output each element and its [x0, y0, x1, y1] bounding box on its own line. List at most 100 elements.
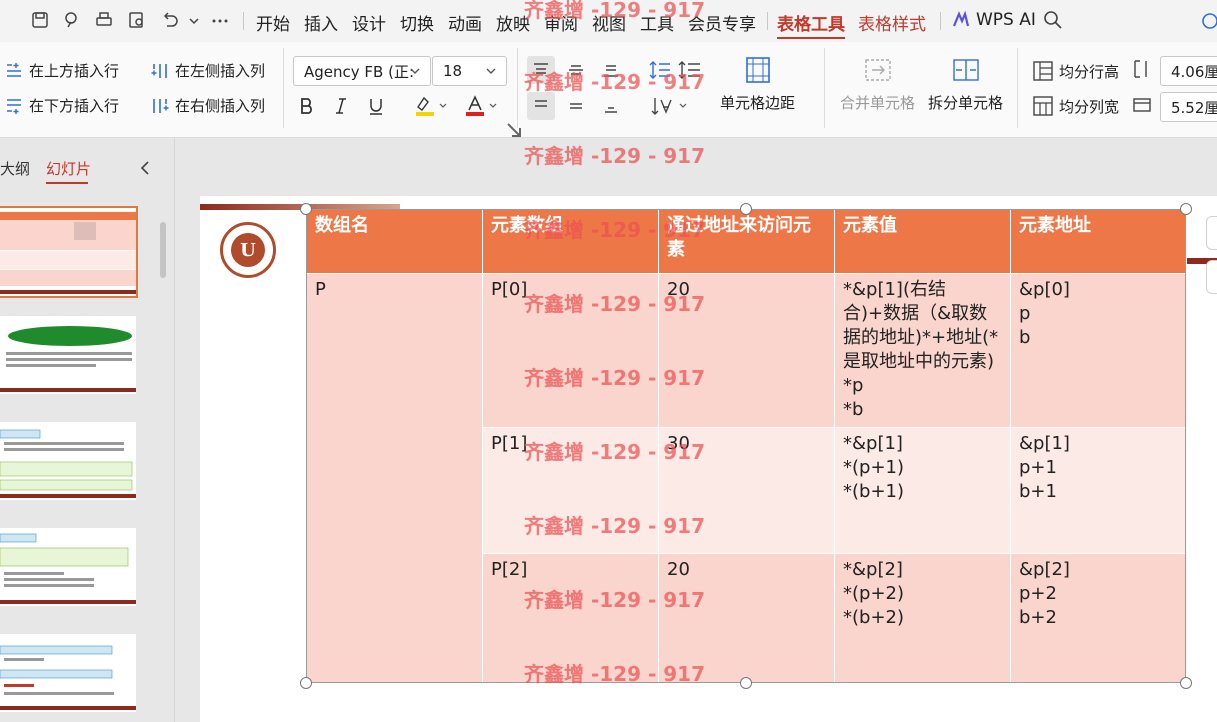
merge-cells-button[interactable]: 合并单元格	[840, 56, 915, 113]
table-cell[interactable]: *&p[2] *(p+2) *(b+2)	[834, 553, 1011, 684]
align-bottom-button[interactable]	[597, 56, 625, 84]
insert-col-left-button[interactable]: 在左侧插入列	[150, 60, 265, 81]
font-color-button[interactable]	[460, 92, 500, 120]
distribute-rows-label: 均分行高	[1059, 62, 1120, 81]
distribute-cols-button[interactable]: 均分列宽	[1032, 95, 1119, 117]
line-spacing-icon	[649, 61, 700, 79]
wps-ai-button[interactable]: WPS AI	[976, 10, 1036, 30]
table-header-cell[interactable]: 通过地址来访问元素	[658, 209, 835, 274]
resize-handle[interactable]	[1180, 677, 1192, 689]
table-header-row: 数组名 元素数组 通过地址来访问元素 元素值 元素地址	[306, 209, 1187, 274]
table-cell[interactable]: *&p[1] *(p+1) *(b+1)	[834, 427, 1011, 554]
slide-thumbnail[interactable]	[0, 634, 136, 712]
insert-col-right-label: 在右侧插入列	[175, 97, 266, 115]
distribute-rows-button[interactable]: 均分行高	[1032, 60, 1119, 82]
tab-outline[interactable]: 大纲	[0, 158, 30, 179]
table-cell[interactable]: 30	[658, 427, 835, 554]
tab-slides[interactable]: 幻灯片	[46, 158, 91, 179]
table-cell[interactable]: &p[1] p+1 b+1	[1010, 427, 1187, 554]
text-align-center-button[interactable]	[562, 92, 590, 120]
tab-tools[interactable]: 工具	[640, 10, 674, 35]
insert-col-right-button[interactable]: 在右侧插入列	[150, 95, 265, 116]
tab-design[interactable]: 设计	[352, 10, 386, 35]
table-cell[interactable]: P[2]	[482, 553, 659, 684]
print-preview-icon[interactable]	[127, 10, 147, 30]
split-cells-icon	[952, 59, 979, 81]
table-header-cell[interactable]: 元素值	[834, 209, 1011, 274]
table-header-cell[interactable]: 数组名	[306, 209, 483, 274]
resize-handle[interactable]	[740, 677, 752, 689]
line-spacing-button[interactable]	[646, 56, 706, 84]
panel-scrollbar[interactable]	[160, 222, 166, 278]
slide-thumbnail[interactable]	[0, 422, 136, 500]
insert-row-above-button[interactable]: 在上方插入行	[4, 60, 119, 81]
table-cell[interactable]: &p[0] p b	[1010, 273, 1187, 428]
float-tool-button[interactable]	[1206, 216, 1217, 250]
table-cell[interactable]: P[1]	[482, 427, 659, 554]
print-icon[interactable]	[94, 10, 114, 30]
chevron-down-icon[interactable]	[184, 10, 204, 30]
float-tool-button[interactable]	[1206, 260, 1217, 294]
cell-text: *p	[843, 375, 864, 396]
bold-button[interactable]	[293, 92, 321, 120]
cell-margin-button[interactable]: 单元格边距	[720, 56, 795, 113]
dialog-launcher-icon[interactable]	[504, 120, 521, 137]
col-width-value: 5.52厘	[1171, 98, 1217, 117]
table-cell[interactable]: 20	[658, 553, 835, 684]
resize-handle[interactable]	[300, 677, 312, 689]
split-cells-button[interactable]: 拆分单元格	[928, 56, 1003, 113]
cell-text: *&p[2]	[843, 559, 903, 580]
tab-member[interactable]: 会员专享	[688, 10, 756, 35]
align-top-button[interactable]	[527, 56, 555, 84]
table-cell[interactable]: 20	[658, 273, 835, 428]
slide-thumbnail[interactable]	[0, 206, 138, 298]
tab-table-tools[interactable]: 表格工具	[777, 10, 845, 39]
row-height-input[interactable]: 4.06厘	[1160, 56, 1217, 86]
text-align-right-button[interactable]	[597, 92, 625, 120]
export-icon[interactable]	[62, 10, 82, 30]
tab-transitions[interactable]: 切换	[400, 10, 434, 35]
ribbon-separator	[824, 48, 825, 128]
resize-handle[interactable]	[300, 203, 312, 215]
text-direction-button[interactable]	[650, 92, 690, 120]
tab-table-style[interactable]: 表格样式	[858, 10, 926, 35]
align-middle-button[interactable]	[562, 56, 590, 84]
tab-review[interactable]: 审阅	[544, 10, 578, 35]
resize-handle[interactable]	[740, 203, 752, 215]
table-header-cell[interactable]: 元素地址	[1010, 209, 1187, 274]
collapse-panel-icon[interactable]	[136, 158, 156, 178]
slide-thumbnail[interactable]	[0, 316, 136, 394]
university-logo: U	[220, 222, 276, 278]
slide-thumbnail[interactable]	[0, 528, 136, 606]
table-cell[interactable]: P[0]	[482, 273, 659, 428]
highlight-button[interactable]	[410, 92, 450, 120]
underline-button[interactable]	[362, 92, 390, 120]
tab-slideshow[interactable]: 放映	[496, 10, 530, 35]
search-icon[interactable]	[1043, 10, 1063, 30]
distribute-cols-icon	[1033, 96, 1053, 116]
col-width-input[interactable]: 5.52厘	[1160, 92, 1217, 122]
cloud-icon[interactable]	[1200, 10, 1217, 30]
table-row: P P[0] 20 *&p[1](右结合)+数据（&取数据的地址)*+地址(*是…	[306, 273, 1187, 684]
more-icon[interactable]	[210, 10, 230, 30]
text-align-left-button[interactable]	[527, 92, 555, 120]
tab-view[interactable]: 视图	[592, 10, 626, 35]
italic-button[interactable]	[327, 92, 355, 120]
resize-handle[interactable]	[1180, 203, 1192, 215]
save-icon[interactable]	[30, 10, 50, 30]
table-header-cell[interactable]: 元素数组	[482, 209, 659, 274]
tab-home[interactable]: 开始	[256, 10, 290, 35]
undo-icon[interactable]	[160, 10, 180, 30]
bold-icon	[301, 98, 312, 114]
table-cell[interactable]: &p[2] p+2 b+2	[1010, 553, 1187, 684]
cell-text: *(p+1)	[843, 457, 905, 478]
tab-insert[interactable]: 插入	[304, 10, 338, 35]
table-cell[interactable]: *&p[1](右结合)+数据（&取数据的地址)*+地址(*是取地址中的元素) *…	[834, 273, 1011, 428]
pointer-table[interactable]: 数组名 元素数组 通过地址来访问元素 元素值 元素地址 P P[0] 20 *&…	[306, 209, 1187, 684]
table-cell-array-name[interactable]: P	[306, 273, 483, 684]
font-size-select[interactable]: 18	[432, 56, 507, 86]
col-width-icon	[1132, 95, 1152, 115]
insert-row-below-button[interactable]: 在下方插入行	[4, 95, 119, 116]
font-name-select[interactable]: Agency FB (正:	[293, 56, 431, 86]
tab-animation[interactable]: 动画	[448, 10, 482, 35]
